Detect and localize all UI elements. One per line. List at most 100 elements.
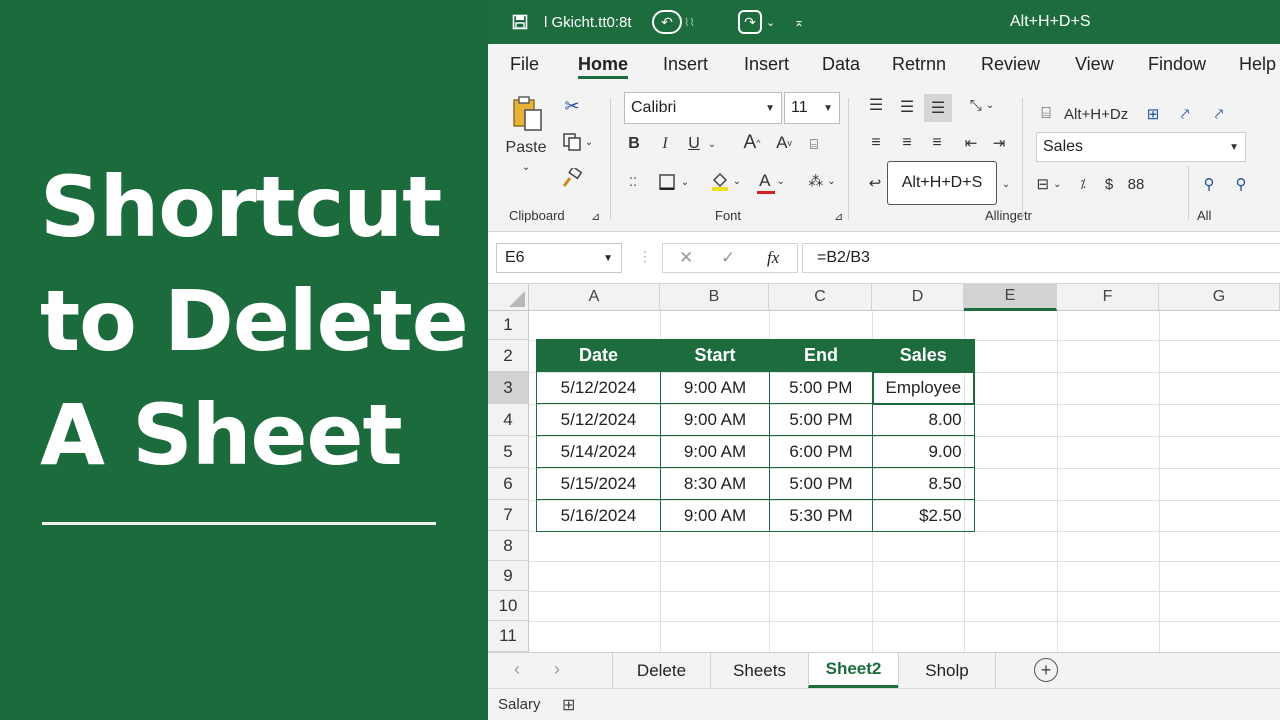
header-end[interactable]: End [769,339,873,372]
number-format-select[interactable]: Sales ▼ [1036,132,1246,162]
tab-insert[interactable]: Insert [663,54,708,75]
name-box[interactable]: E6 ▼ [496,243,622,273]
text-effects-icon[interactable]: ⁂ ⌄ [802,170,842,192]
column-header-c[interactable]: C [769,284,872,311]
add-sheet-icon[interactable]: + [1034,658,1058,682]
underline-dropdown-icon[interactable]: ⌄ [706,134,718,154]
bold-button[interactable]: B [624,134,644,154]
cell-d5[interactable]: 9.00 [872,435,975,468]
cancel-icon[interactable]: ✕ [679,248,693,268]
header-start[interactable]: Start [660,339,770,372]
sort-icon[interactable]: ⤤ [1208,104,1230,124]
row-header-2[interactable]: 2 [488,340,529,372]
cell-c3[interactable]: 5:00 PM [769,371,873,404]
formula-input[interactable]: =B2/B3 [802,243,1280,273]
tab-retrnn[interactable]: Retrnn [892,54,946,75]
row-header-5[interactable]: 5 [488,436,529,468]
tab-view[interactable]: View [1075,54,1114,75]
decrease-font-icon[interactable]: Av [772,132,796,154]
sheet-tab-sholp[interactable]: Sholp [898,653,996,688]
customize-icon[interactable]: ⌅ [794,0,804,44]
font-launcher-icon[interactable]: ⊿ [834,210,843,223]
column-header-f[interactable]: F [1057,284,1159,311]
row-header-11[interactable]: 11 [488,621,529,652]
paste-dropdown-icon[interactable]: ⌄ [516,160,536,174]
delete-cells-icon[interactable]: ⌸ [1036,104,1056,124]
cell-b4[interactable]: 9:00 AM [660,403,770,436]
cell-d3[interactable]: Employee [871,370,976,405]
column-header-b[interactable]: B [660,284,769,311]
worksheet-grid[interactable]: A B C D E F G 1 2 3 4 5 6 7 8 9 10 11 Da… [488,284,1280,652]
clipboard-launcher-icon[interactable]: ⊿ [591,210,600,223]
redo-icon[interactable]: ↷ ⌄ [738,0,775,44]
header-sales[interactable]: Sales [872,339,975,372]
column-header-a[interactable]: A [529,284,660,311]
cell-d7[interactable]: $2.50 [872,499,975,532]
cell-c7[interactable]: 5:30 PM [769,499,873,532]
row-header-8[interactable]: 8 [488,531,529,561]
tab-review[interactable]: Review [981,54,1040,75]
format-cells-icon[interactable]: ⤤ [1174,104,1196,124]
save-icon[interactable] [512,0,528,44]
tab-file[interactable]: File [510,54,539,75]
cell-a6[interactable]: 5/15/2024 [536,467,661,500]
italic-button[interactable]: I [655,134,675,154]
next-sheet-icon[interactable]: › [554,659,560,680]
decrease-indent-icon[interactable]: ⇤ [960,132,982,154]
align-right-icon[interactable]: ≡ [926,132,948,154]
align-center-icon[interactable]: ≡ [896,132,918,154]
row-header-7[interactable]: 7 [488,500,529,531]
conditional-format-icon[interactable]: ⊟ ⌄ [1030,174,1068,194]
clear-format-icon[interactable]: ⌸ [804,134,824,154]
wrap-text-icon[interactable]: ↩ [864,172,886,194]
align-middle-icon[interactable]: ☰ [896,96,918,118]
decimal-button[interactable]: 88 [1124,174,1148,194]
undo-icon[interactable]: ↶ ⌇⌇ [652,0,695,44]
insert-function-icon[interactable]: fx [767,248,779,268]
cell-b7[interactable]: 9:00 AM [660,499,770,532]
row-header-1[interactable]: 1 [488,311,529,340]
select-all-button[interactable] [488,284,529,311]
paste-button[interactable]: Paste [506,138,547,158]
insert-sheet-icon[interactable]: ⊞ [1142,104,1164,124]
tab-help[interactable]: Help [1239,54,1276,75]
cell-a5[interactable]: 5/14/2024 [536,435,661,468]
cell-c6[interactable]: 5:00 PM [769,467,873,500]
cell-d6[interactable]: 8.50 [872,467,975,500]
tab-home[interactable]: Home [578,54,628,75]
column-header-d[interactable]: D [872,284,964,311]
header-date[interactable]: Date [536,339,661,372]
cell-a3[interactable]: 5/12/2024 [536,371,661,404]
font-size-select[interactable]: 11 ▼ [784,92,840,124]
row-header-3[interactable]: 3 [488,372,529,404]
fill-color-icon[interactable]: ⌄ [706,170,746,192]
prev-sheet-icon[interactable]: ‹ [514,659,520,680]
sheet-tab-sheet2[interactable]: Sheet2 [808,653,898,688]
currency-button[interactable]: $ [1100,174,1118,194]
find-icon[interactable]: ⚲ [1198,174,1220,194]
cell-mode-icon[interactable]: ⊞ [562,695,575,715]
sheet-tab-delete[interactable]: Delete [612,653,710,688]
format-painter-icon[interactable] [560,166,584,190]
column-header-g[interactable]: G [1159,284,1280,311]
row-header-10[interactable]: 10 [488,591,529,621]
tab-data[interactable]: Data [822,54,860,75]
percent-icon[interactable]: ⁒ [1072,174,1094,194]
align-bottom-icon[interactable]: ☰ [924,94,952,122]
cell-a4[interactable]: 5/12/2024 [536,403,661,436]
merge-dropdown-icon[interactable]: ⌄ [1000,174,1012,194]
font-color-icon[interactable]: A ⌄ [752,170,792,194]
borders-icon[interactable]: ⁚⁚ [621,172,645,192]
borders-dropdown-icon[interactable]: ⌄ [654,172,694,192]
row-header-6[interactable]: 6 [488,468,529,500]
tab-insert-2[interactable]: Insert [744,54,789,75]
cell-b3[interactable]: 9:00 AM [660,371,770,404]
row-header-9[interactable]: 9 [488,561,529,591]
align-top-icon[interactable]: ☰ [865,94,887,116]
cell-b6[interactable]: 8:30 AM [660,467,770,500]
font-name-select[interactable]: Calibri ▼ [624,92,782,124]
cell-c4[interactable]: 5:00 PM [769,403,873,436]
cell-b5[interactable]: 9:00 AM [660,435,770,468]
sheet-tab-sheets[interactable]: Sheets [710,653,808,688]
tab-findow[interactable]: Findow [1148,54,1206,75]
